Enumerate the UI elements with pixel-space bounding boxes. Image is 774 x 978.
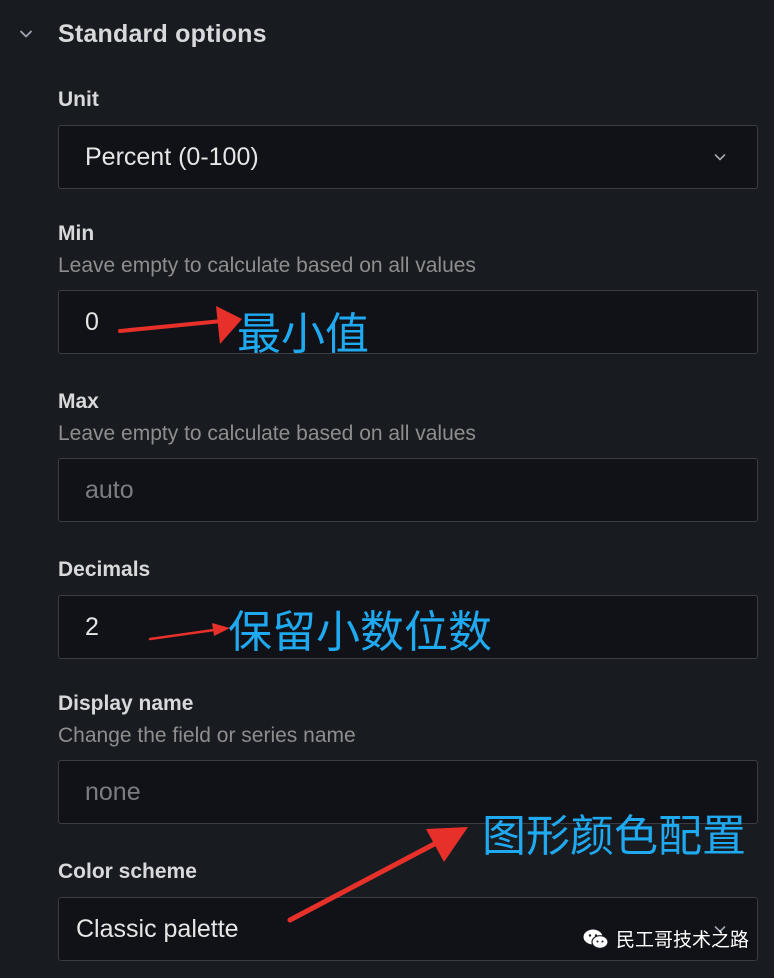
min-field: Min Leave empty to calculate based on al…	[58, 220, 758, 354]
decimals-label: Decimals	[58, 558, 151, 581]
annotation-color: 图形颜色配置	[482, 811, 746, 862]
standard-options-panel: Standard options Unit Percent (0-100) Mi…	[0, 0, 774, 978]
display-name-description: Change the field or series name	[58, 724, 356, 747]
min-description: Leave empty to calculate based on all va…	[58, 254, 476, 277]
wechat-icon	[583, 929, 609, 949]
annotation-min: 最小值	[237, 309, 369, 360]
watermark-text: 民工哥技术之路	[616, 929, 750, 951]
min-label: Min	[58, 222, 95, 245]
min-input-value: 0	[85, 307, 99, 336]
min-input[interactable]: 0	[58, 290, 758, 354]
watermark: 民工哥技术之路	[582, 925, 749, 952]
max-input[interactable]: auto	[58, 458, 758, 522]
unit-select-value: Percent (0-100)	[85, 142, 259, 171]
max-description: Leave empty to calculate based on all va…	[58, 422, 476, 445]
section-header-standard-options[interactable]: Standard options	[14, 14, 267, 54]
unit-select[interactable]: Percent (0-100)	[58, 125, 758, 189]
chevron-down-icon[interactable]	[14, 22, 38, 46]
display-name-label: Display name	[58, 692, 194, 715]
max-label: Max	[58, 390, 99, 413]
max-field: Max Leave empty to calculate based on al…	[58, 388, 758, 522]
annotation-decimals: 保留小数位数	[228, 607, 492, 658]
max-input-placeholder: auto	[85, 475, 134, 504]
chevron-down-icon	[709, 146, 731, 168]
unit-label: Unit	[58, 88, 99, 111]
unit-field: Unit Percent (0-100)	[58, 86, 758, 189]
section-title: Standard options	[58, 19, 267, 48]
